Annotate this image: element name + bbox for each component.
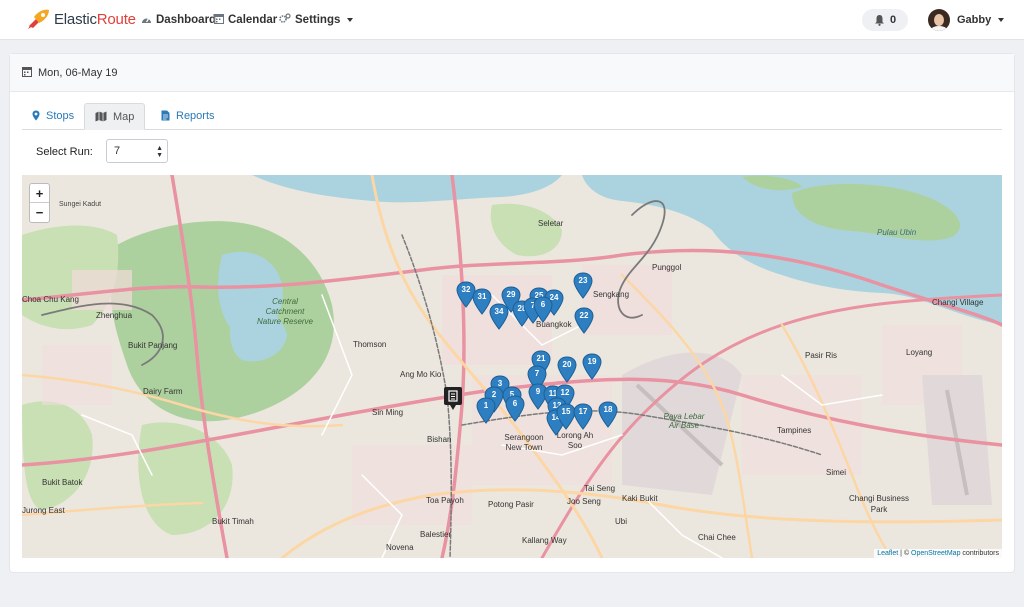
map-label: Changi Business Park <box>848 494 910 514</box>
select-run-dropdown[interactable]: 7 ▲ ▼ <box>106 139 168 163</box>
tab-map-label: Map <box>113 110 135 123</box>
tab-stops[interactable]: Stops <box>22 103 84 128</box>
nav-dashboard[interactable]: Dashboard <box>141 12 216 28</box>
map-label: Serangoon New Town <box>504 433 544 452</box>
avatar <box>928 9 950 31</box>
map-label: Toa Payoh <box>426 496 464 505</box>
zoom-control: + − <box>29 183 50 223</box>
file-icon <box>161 110 170 121</box>
select-arrows-icon: ▲ ▼ <box>156 145 163 159</box>
map-label: Central Catchment Nature Reserve <box>256 297 314 326</box>
zoom-out-button[interactable]: − <box>30 203 49 221</box>
map-label: Tampines <box>777 426 812 435</box>
stop-marker[interactable]: 19 <box>582 353 602 380</box>
route-map[interactable]: Sungei Kadut Choa Chu Kang Zhenghua Buki… <box>22 175 1002 558</box>
notifications-button[interactable]: 0 <box>862 9 908 31</box>
map-label: Jurong East <box>22 506 65 515</box>
stop-marker[interactable]: 22 <box>574 307 594 334</box>
map-label: Simei <box>826 468 847 477</box>
map-label: Ang Mo Kio <box>400 370 442 379</box>
map-label: Bukit Panjang <box>128 341 178 350</box>
card-date: Mon, 06-May 19 <box>38 66 118 79</box>
stop-marker[interactable]: 20 <box>557 356 577 383</box>
map-label: Ubi <box>615 517 628 526</box>
map-attribution: Leaflet | © OpenStreetMap contributors <box>874 549 1002 558</box>
map-label: Bishan <box>427 435 452 444</box>
view-tabs: Stops Map Reports <box>22 103 1002 130</box>
stop-marker[interactable]: 17 <box>573 403 593 430</box>
nav-calendar[interactable]: Calendar <box>214 12 277 28</box>
gears-icon <box>279 13 291 27</box>
map-label: Sungei Kadut <box>59 201 102 208</box>
map-label: Joo Seng <box>567 497 601 506</box>
brand-name: ElasticRoute <box>54 10 136 28</box>
stop-marker[interactable]: 6 <box>505 395 525 422</box>
chevron-down-icon <box>998 18 1005 22</box>
map-label: Seletar <box>538 219 564 228</box>
leaflet-link[interactable]: Leaflet <box>877 550 898 557</box>
calendar-icon <box>22 66 32 80</box>
map-label: Dairy Farm <box>143 387 183 396</box>
user-menu[interactable]: Gabby <box>928 8 1005 32</box>
nav-settings-label: Settings <box>295 14 341 26</box>
map-label: Bukit Batok <box>42 478 83 487</box>
map-label: Chai Chee <box>698 533 736 542</box>
card-header: Mon, 06-May 19 <box>10 54 1014 92</box>
map-marker-icon <box>32 110 40 121</box>
run-card: Mon, 06-May 19 Stops Map Reports Select … <box>10 54 1014 572</box>
map-label: Potong Pasir <box>488 500 534 509</box>
zoom-in-button[interactable]: + <box>30 184 49 203</box>
map-icon <box>95 111 107 122</box>
stop-marker[interactable]: 34 <box>489 303 509 330</box>
map-label: Changi Village <box>932 298 984 307</box>
map-label: Choa Chu Kang <box>22 295 79 304</box>
calendar-icon <box>214 13 224 27</box>
brand-logo[interactable]: ElasticRoute <box>24 7 136 31</box>
map-label: Novena <box>386 543 414 552</box>
tab-map[interactable]: Map <box>84 103 146 130</box>
map-label: Kaki Bukit <box>622 494 658 503</box>
rocket-logo-icon <box>28 9 49 29</box>
tab-reports[interactable]: Reports <box>151 103 225 128</box>
nav-calendar-label: Calendar <box>228 14 278 26</box>
map-label: Balestier <box>420 530 452 539</box>
dashboard-icon <box>141 14 152 27</box>
map-label: Sengkang <box>593 290 630 299</box>
stop-marker[interactable]: 18 <box>598 401 618 428</box>
stop-marker[interactable]: 23 <box>573 272 593 299</box>
bell-icon <box>874 15 884 26</box>
tab-reports-label: Reports <box>176 109 215 122</box>
map-label: Punggol <box>652 263 682 272</box>
map-label: Bukit Timah <box>212 517 254 526</box>
map-label: Thomson <box>353 340 387 349</box>
attribution-suffix: contributors <box>962 550 999 557</box>
user-name: Gabby <box>957 14 992 26</box>
chevron-down-icon <box>347 18 354 22</box>
map-label: Sin Ming <box>372 408 404 417</box>
map-label: Paya Lebar Air Base <box>663 412 705 430</box>
map-label: Zhenghua <box>96 311 133 320</box>
top-navbar: ElasticRoute Dashboard Calendar Settings… <box>0 0 1024 40</box>
stop-marker[interactable]: 1 <box>476 397 496 424</box>
map-label: Tai Seng <box>584 484 616 493</box>
map-label: Kallang Way <box>522 536 567 545</box>
openstreetmap-link[interactable]: OpenStreetMap <box>911 550 960 557</box>
notifications-count: 0 <box>889 14 897 26</box>
nav-settings-dropdown[interactable]: Settings <box>279 12 354 28</box>
map-label: Loyang <box>906 348 933 357</box>
stop-marker[interactable]: 6 <box>533 296 553 323</box>
map-label: Pasir Ris <box>805 351 838 360</box>
map-label: Pulau Ubin <box>877 228 917 237</box>
select-run-value: 7 <box>114 145 121 157</box>
nav-dashboard-label: Dashboard <box>156 14 217 26</box>
select-run-label: Select Run: <box>36 146 93 158</box>
tab-stops-label: Stops <box>46 109 75 122</box>
